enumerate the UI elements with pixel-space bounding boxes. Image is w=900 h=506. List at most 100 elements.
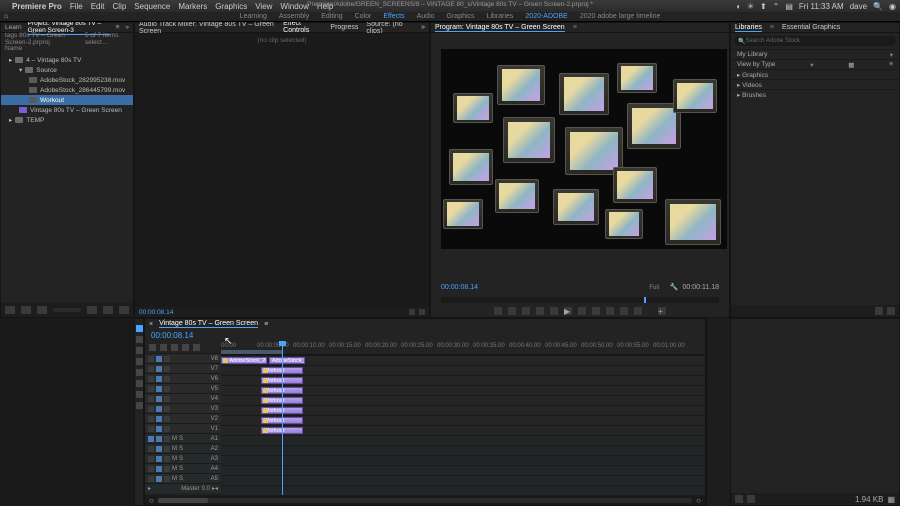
play-button[interactable]: ▶ [564, 307, 572, 315]
bin-row[interactable]: ▾Source [1, 65, 133, 75]
ws-custom2[interactable]: 2020 adobe large timeline [580, 13, 661, 20]
razor-tool[interactable] [136, 358, 143, 365]
mark-in-button[interactable] [508, 307, 516, 315]
timeline-timecode[interactable]: 00:00:08.14 [151, 331, 193, 340]
bin-row[interactable]: AdobeStock_286445799.mov [1, 85, 133, 95]
ws-learning[interactable]: Learning [240, 13, 267, 20]
grid-view-icon[interactable]: ▦ [848, 61, 854, 69]
menubar-icon[interactable]: ✳ [747, 2, 754, 11]
lib-section[interactable]: ▸ Graphics [731, 69, 899, 79]
menu-clip[interactable]: Clip [113, 2, 127, 11]
bin-row[interactable]: ▸4 – Vintage 80s TV [1, 55, 133, 65]
pen-tool[interactable] [136, 380, 143, 387]
close-tab-icon[interactable]: ≡ [116, 24, 120, 31]
track-header-a4[interactable]: MSA4 [145, 463, 221, 473]
ripple-edit-tool[interactable] [136, 347, 143, 354]
timeline-scrollbar[interactable] [158, 498, 692, 503]
ws-editing[interactable]: Editing [321, 13, 342, 20]
view-by-picker[interactable]: View by Type▾▦≡ [731, 59, 899, 69]
sequence-tab[interactable]: Vintage 80s TV – Green Screen [159, 320, 258, 328]
bin-row-selected[interactable]: Workout [1, 95, 133, 105]
bin-row[interactable]: ▸TEMP [1, 115, 133, 125]
bin-row[interactable]: Vintage 80s TV – Green Screen [1, 105, 133, 115]
track-header-a3[interactable]: MSA3 [145, 453, 221, 463]
ws-graphics[interactable]: Graphics [447, 13, 475, 20]
work-area-bar[interactable] [221, 350, 283, 354]
panel-menu-icon[interactable]: » [125, 24, 129, 31]
step-back-button[interactable] [550, 307, 558, 315]
close-tab-icon[interactable]: ≡ [573, 24, 577, 31]
ws-color[interactable]: Color [355, 13, 372, 20]
goto-out-button[interactable] [592, 307, 600, 315]
cache-icon[interactable]: ▦ [887, 495, 895, 504]
time-ruler[interactable]: 00:00 00:00:05.00 00:00:10.00 00:00:15.0… [221, 341, 705, 355]
tab-libraries[interactable]: Libraries [735, 24, 762, 32]
tab-essential-graphics[interactable]: Essential Graphics [782, 24, 840, 31]
track-header-a1[interactable]: MSA1 [145, 433, 221, 443]
add-marker-button[interactable] [494, 307, 502, 315]
extract-button[interactable] [620, 307, 628, 315]
type-tool[interactable] [136, 402, 143, 409]
goto-in-button[interactable] [536, 307, 544, 315]
program-mini-timeline[interactable] [441, 297, 719, 303]
hand-tool[interactable] [136, 391, 143, 398]
audio-meters[interactable] [706, 318, 730, 506]
menu-file[interactable]: File [70, 2, 83, 11]
track-select-tool[interactable] [136, 336, 143, 343]
menubar-icon[interactable]: ◐ [736, 2, 741, 11]
siri-icon[interactable]: ◉ [889, 2, 896, 11]
clip[interactable]: fx AdobeStock_2868… [221, 357, 267, 364]
track-header-v7[interactable]: V7 [145, 363, 221, 373]
track-header-v4[interactable]: V4 [145, 393, 221, 403]
settings-icon[interactable] [182, 344, 189, 351]
new-item-icon[interactable] [103, 306, 113, 314]
track-header-v5[interactable]: V5 [145, 383, 221, 393]
app-name[interactable]: Premiere Pro [12, 2, 62, 11]
source-btn[interactable] [419, 309, 425, 315]
panel-menu-icon[interactable]: » [421, 24, 425, 31]
add-folder-icon[interactable] [735, 495, 743, 503]
tab-learn[interactable]: Learn [5, 24, 22, 31]
track-header-v1[interactable]: V1 [145, 423, 221, 433]
search-icon[interactable]: 🔍 [873, 2, 883, 11]
mark-out-button[interactable] [522, 307, 530, 315]
menu-edit[interactable]: Edit [91, 2, 105, 11]
playhead[interactable] [282, 341, 283, 495]
linked-sel-icon[interactable] [160, 344, 167, 351]
wrench-icon[interactable] [193, 344, 200, 351]
ws-effects[interactable]: Effects [383, 13, 404, 20]
add-asset-icon[interactable] [875, 307, 883, 315]
ws-audio[interactable]: Audio [417, 13, 435, 20]
library-picker[interactable]: My Library▾ [731, 49, 899, 59]
timeline-tracks[interactable]: 00:00 00:00:05.00 00:00:10.00 00:00:15.0… [221, 341, 705, 495]
playhead-icon[interactable] [644, 297, 646, 303]
program-fit[interactable]: Full [649, 285, 659, 291]
trash-icon[interactable] [119, 306, 129, 314]
column-header-name[interactable]: Name [1, 45, 133, 55]
track-header-v2[interactable]: V2 [145, 413, 221, 423]
source-btn[interactable] [409, 309, 415, 315]
home-icon[interactable]: ⌂ [4, 13, 8, 20]
library-search-input[interactable]: 🔍 Search Adobe Stock [734, 36, 896, 46]
step-fwd-button[interactable] [578, 307, 586, 315]
snap-icon[interactable] [149, 344, 156, 351]
track-header-v3[interactable]: V3 [145, 403, 221, 413]
wifi-icon[interactable]: ⌃ [773, 2, 780, 11]
new-bin-icon[interactable] [87, 306, 97, 314]
track-header-a2[interactable]: MSA2 [145, 443, 221, 453]
tab-program[interactable]: Program: Vintage 80s TV – Green Screen [435, 24, 565, 32]
icon-view-icon[interactable] [21, 306, 31, 314]
menu-view[interactable]: View [255, 2, 272, 11]
lib-section[interactable]: ▸ Brushes [731, 89, 899, 99]
track-header-master[interactable]: ▸Master0.0▸◂ [145, 483, 221, 493]
ws-assembly[interactable]: Assembly [279, 13, 309, 20]
lift-button[interactable] [606, 307, 614, 315]
user-name[interactable]: dave [850, 2, 867, 11]
program-timecode[interactable]: 00:00:08.14 [441, 284, 478, 291]
zoom-slider[interactable] [53, 308, 81, 312]
menu-markers[interactable]: Markers [178, 2, 207, 11]
clock[interactable]: Fri 11:33 AM [799, 2, 844, 11]
button-editor-icon[interactable]: + [658, 307, 666, 315]
menu-sequence[interactable]: Sequence [134, 2, 170, 11]
trash-icon[interactable] [747, 495, 755, 503]
